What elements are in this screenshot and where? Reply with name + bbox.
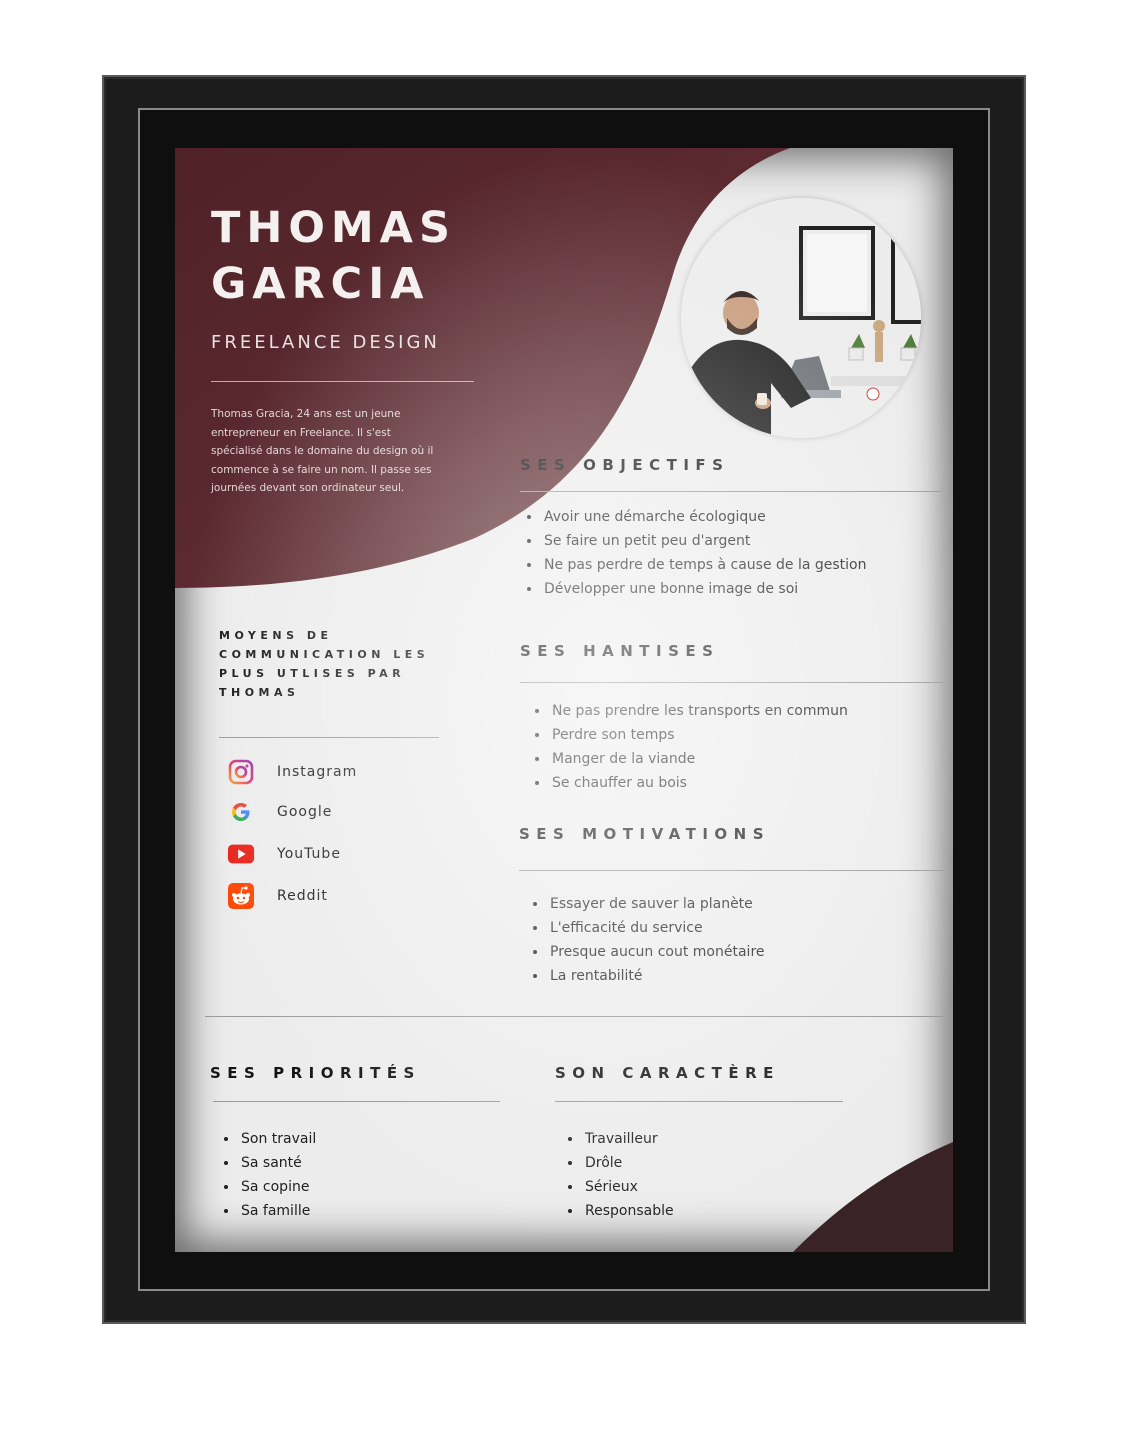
name-first: THOMAS xyxy=(211,203,456,253)
instagram-icon xyxy=(227,758,255,786)
list-item: Essayer de sauver la planète xyxy=(548,892,765,916)
list-item: Sa famille xyxy=(239,1199,316,1223)
priorites-divider xyxy=(213,1101,500,1102)
list-item: Travailleur xyxy=(583,1127,674,1151)
social-label: Google xyxy=(277,804,333,820)
social-item-instagram[interactable]: Instagram xyxy=(227,758,357,786)
list-item: Responsable xyxy=(583,1199,674,1223)
bio-text: Thomas Gracia, 24 ans est un jeune entre… xyxy=(211,408,434,494)
motivations-title: SES MOTIVATIONS xyxy=(519,825,771,843)
list-item: Avoir une démarche écologique xyxy=(542,505,867,529)
list-item: Se chauffer au bois xyxy=(550,771,848,795)
objectifs-divider xyxy=(520,491,942,492)
name-last: GARCIA xyxy=(211,259,430,309)
resume-sheet: THOMAS GARCIA FREELANCE DESIGN Thomas Gr… xyxy=(175,148,953,1252)
list-item: La rentabilité xyxy=(548,964,765,988)
hantises-divider xyxy=(520,682,943,683)
youtube-icon xyxy=(227,840,255,868)
list-item: Presque aucun cout monétaire xyxy=(548,940,765,964)
hantises-list: Ne pas prendre les transports en commun … xyxy=(530,699,848,795)
list-item: Ne pas prendre les transports en commun xyxy=(550,699,848,723)
job-title: FREELANCE DESIGN xyxy=(211,332,440,353)
social-label: YouTube xyxy=(277,846,341,862)
caractere-title: SON CARACTÈRE xyxy=(555,1064,780,1082)
social-item-reddit[interactable]: Reddit xyxy=(227,882,328,910)
person-at-laptop-illustration xyxy=(681,198,921,438)
title-divider xyxy=(211,381,474,382)
list-item: L'efficacité du service xyxy=(548,916,765,940)
communication-title: MOYENS DE COMMUNICATION LES PLUS UTLISES… xyxy=(219,629,430,699)
list-item: Sérieux xyxy=(583,1175,674,1199)
list-item: Sa santé xyxy=(239,1151,316,1175)
communication-divider xyxy=(219,737,439,738)
list-item: Son travail xyxy=(239,1127,316,1151)
list-item: Sa copine xyxy=(239,1175,316,1199)
list-item: Se faire un petit peu d'argent xyxy=(542,529,867,553)
google-icon xyxy=(227,798,255,826)
footer-swoosh xyxy=(793,1142,953,1252)
social-item-youtube[interactable]: YouTube xyxy=(227,840,341,868)
social-label: Instagram xyxy=(277,764,358,780)
caractere-list: Travailleur Drôle Sérieux Responsable xyxy=(563,1127,674,1223)
social-label: Reddit xyxy=(277,888,328,904)
list-item: Manger de la viande xyxy=(550,747,848,771)
bottom-section-divider xyxy=(205,1016,943,1017)
objectifs-list: Avoir une démarche écologique Se faire u… xyxy=(522,505,867,601)
hantises-title: SES HANTISES xyxy=(520,642,720,660)
list-item: Développer une bonne image de soi xyxy=(542,577,867,601)
list-item: Drôle xyxy=(583,1151,674,1175)
candidate-name: THOMAS GARCIA xyxy=(211,200,456,312)
reddit-icon xyxy=(227,882,255,910)
profile-photo xyxy=(681,198,921,438)
caractere-divider xyxy=(555,1101,843,1102)
motivations-list: Essayer de sauver la planète L'efficacit… xyxy=(528,892,765,988)
priorites-list: Son travail Sa santé Sa copine Sa famill… xyxy=(219,1127,316,1223)
list-item: Ne pas perdre de temps à cause de la ges… xyxy=(542,553,867,577)
priorites-title: SES PRIORITÉS xyxy=(210,1064,421,1082)
list-item: Perdre son temps xyxy=(550,723,848,747)
motivations-divider xyxy=(519,870,943,871)
objectifs-title: SES OBJECTIFS xyxy=(520,456,730,474)
social-item-google[interactable]: Google xyxy=(227,798,332,826)
